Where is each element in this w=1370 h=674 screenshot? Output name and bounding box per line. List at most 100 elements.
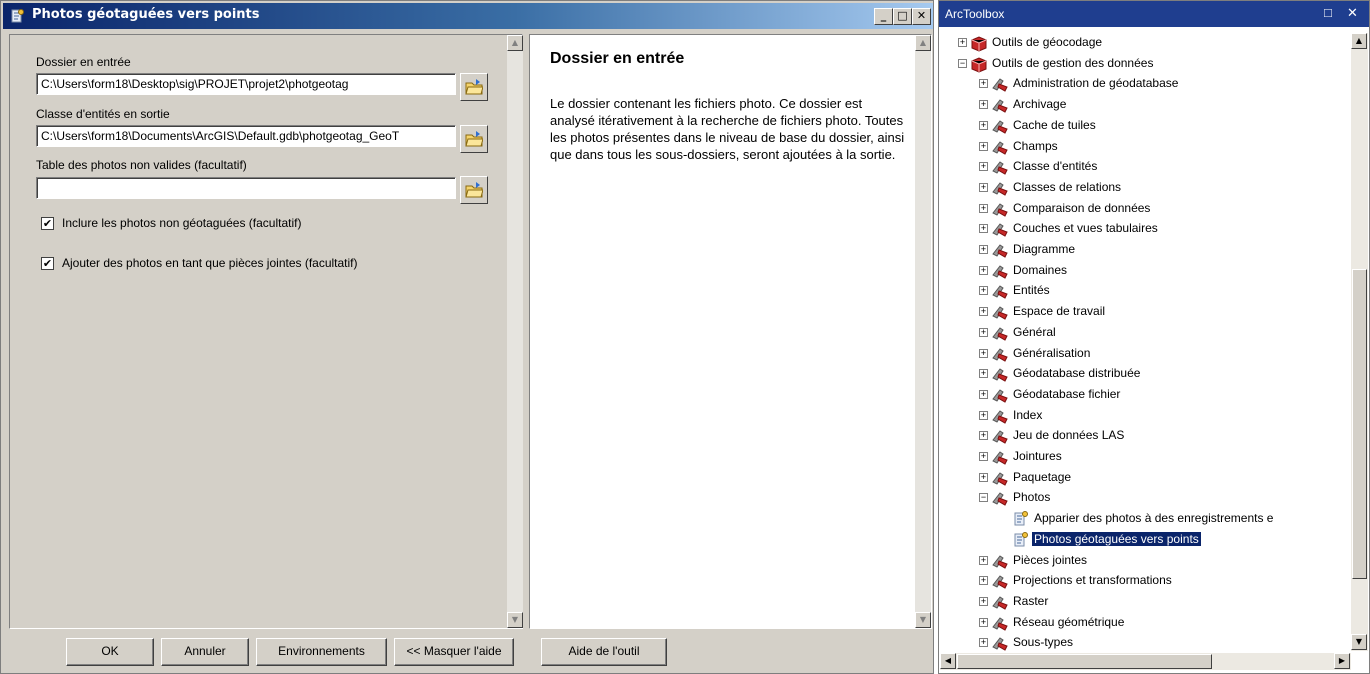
script-tool-icon (11, 9, 24, 23)
maximize-icon[interactable]: □ (1324, 5, 1332, 20)
tree-node[interactable]: Photos géotaguées vers points (940, 530, 1349, 550)
expand-icon[interactable]: + (979, 617, 988, 627)
tree-node[interactable]: + Géodatabase distribuée (940, 364, 1349, 384)
toolbox-horizontal-scrollbar[interactable]: ◀ ▶ (940, 653, 1351, 670)
tree-node[interactable]: + Général (940, 323, 1349, 343)
expand-icon[interactable]: + (979, 410, 988, 420)
expand-icon[interactable]: + (979, 348, 988, 358)
tree-node-label: Espace de travail (1013, 304, 1106, 319)
tree-node[interactable]: + Classes de relations (940, 178, 1349, 198)
minimize-button[interactable]: _ (874, 8, 893, 25)
tree-node[interactable]: + Géodatabase fichier (940, 385, 1349, 405)
tree-node[interactable]: + Index (940, 406, 1349, 426)
tree-node[interactable]: + Domaines (940, 261, 1349, 281)
tree-node[interactable]: + Réseau géométrique (940, 613, 1349, 633)
expand-icon[interactable]: + (979, 120, 988, 130)
environments-button[interactable]: Environnements (256, 638, 387, 666)
tree-node[interactable]: + Classe d'entités (940, 157, 1349, 177)
tree-node-label: Champs (1013, 138, 1058, 153)
expand-icon[interactable]: + (979, 638, 988, 648)
tree-node[interactable]: Apparier des photos à des enregistrement… (940, 509, 1349, 529)
add-attachments-label: Ajouter des photos en tant que pièces jo… (62, 256, 358, 270)
scrollbar-thumb[interactable] (957, 654, 1212, 669)
expand-icon[interactable]: + (979, 307, 988, 317)
expand-icon[interactable]: + (979, 286, 988, 296)
collapse-icon[interactable]: − (958, 58, 967, 68)
expand-icon[interactable]: + (979, 100, 988, 110)
tree-node[interactable]: + Espace de travail (940, 302, 1349, 322)
scroll-down-arrow-icon[interactable]: ▼ (915, 612, 931, 628)
expand-icon[interactable]: + (979, 452, 988, 461)
tree-node[interactable]: + Diagramme (940, 240, 1349, 260)
cancel-button[interactable]: Annuler (161, 638, 249, 666)
tree-node[interactable]: + Entités (940, 281, 1349, 301)
tool-help-button[interactable]: Aide de l'outil (541, 638, 667, 666)
scroll-down-arrow-icon[interactable]: ▼ (507, 612, 523, 628)
tree-node[interactable]: − Photos (940, 488, 1349, 508)
tree-node[interactable]: + Paquetage (940, 468, 1349, 488)
add-attachments-checkbox[interactable]: ✔ (41, 257, 54, 270)
tree-node[interactable]: + Généralisation (940, 344, 1349, 364)
output-feature-class-browse-button[interactable] (460, 125, 488, 153)
parameters-scrollbar[interactable]: ▲ ▼ (507, 35, 523, 628)
tree-node[interactable]: + Outils de géocodage (940, 33, 1349, 53)
help-scrollbar[interactable]: ▲ ▼ (915, 35, 931, 628)
tree-node[interactable]: − Outils de gestion des données (940, 54, 1349, 74)
expand-icon[interactable]: + (979, 327, 988, 337)
output-feature-class-field[interactable]: C:\Users\form18\Documents\ArcGIS\Default… (36, 125, 456, 147)
scroll-left-arrow-icon[interactable]: ◀ (940, 653, 956, 669)
tree-node[interactable]: + Raster (940, 592, 1349, 612)
expand-icon[interactable]: + (979, 141, 988, 151)
dialog-titlebar[interactable]: Photos géotaguées vers points _ □ ✕ (3, 3, 933, 29)
expand-icon[interactable]: + (979, 596, 988, 606)
expand-icon[interactable]: + (979, 472, 988, 482)
tree-node[interactable]: + Champs (940, 137, 1349, 157)
arctoolbox-titlebar[interactable]: ArcToolbox □ ✕ (939, 1, 1369, 27)
tree-node[interactable]: + Projections et transformations (940, 571, 1349, 591)
expand-icon[interactable]: + (979, 369, 988, 379)
expand-icon[interactable]: + (979, 245, 988, 254)
expand-icon[interactable]: + (979, 555, 988, 565)
scroll-up-arrow-icon[interactable]: ▲ (1351, 33, 1367, 49)
expand-icon[interactable]: + (958, 38, 967, 47)
ok-button[interactable]: OK (66, 638, 154, 666)
input-folder-field[interactable]: C:\Users\form18\Desktop\sig\PROJET\proje… (36, 73, 456, 95)
expand-icon[interactable]: + (979, 203, 988, 213)
expand-icon[interactable]: + (979, 576, 988, 586)
tree-node[interactable]: + Sous-types (940, 633, 1349, 651)
expand-icon[interactable]: + (979, 79, 988, 89)
tree-node[interactable]: + Pièces jointes (940, 551, 1349, 571)
hide-help-button[interactable]: << Masquer l'aide (394, 638, 514, 666)
scroll-right-arrow-icon[interactable]: ▶ (1334, 653, 1350, 669)
tree-node-label: Apparier des photos à des enregistrement… (1034, 511, 1274, 526)
collapse-icon[interactable]: − (979, 493, 988, 503)
expand-icon[interactable]: + (979, 389, 988, 399)
expand-icon[interactable]: + (979, 162, 988, 172)
invalid-photos-table-browse-button[interactable] (460, 176, 488, 204)
toolset-icon (991, 262, 1009, 280)
tree-node[interactable]: + Jeu de données LAS (940, 426, 1349, 446)
output-feature-class-label: Classe d'entités en sortie (36, 107, 170, 121)
scroll-up-arrow-icon[interactable]: ▲ (915, 35, 931, 51)
tree-node[interactable]: + Administration de géodatabase (940, 74, 1349, 94)
tree-node[interactable]: + Comparaison de données (940, 199, 1349, 219)
expand-icon[interactable]: + (979, 265, 988, 275)
help-panel: Dossier en entrée Le dossier contenant l… (529, 34, 932, 629)
expand-icon[interactable]: + (979, 182, 988, 192)
scrollbar-thumb[interactable] (1352, 269, 1367, 579)
expand-icon[interactable]: + (979, 224, 988, 234)
tree-node[interactable]: + Jointures (940, 447, 1349, 467)
scroll-up-arrow-icon[interactable]: ▲ (507, 35, 523, 51)
include-nongeotagged-checkbox[interactable]: ✔ (41, 217, 54, 230)
input-folder-browse-button[interactable] (460, 73, 488, 101)
invalid-photos-table-field[interactable] (36, 177, 456, 199)
scroll-down-arrow-icon[interactable]: ▼ (1351, 634, 1367, 650)
tree-node[interactable]: + Cache de tuiles (940, 116, 1349, 136)
tree-node[interactable]: + Archivage (940, 95, 1349, 115)
tree-node[interactable]: + Couches et vues tabulaires (940, 219, 1349, 239)
maximize-button[interactable]: □ (893, 8, 912, 25)
close-icon[interactable]: ✕ (1347, 5, 1358, 21)
toolbox-vertical-scrollbar[interactable]: ▲ ▼ (1351, 33, 1368, 651)
close-button[interactable]: ✕ (912, 8, 931, 25)
expand-icon[interactable]: + (979, 431, 988, 441)
